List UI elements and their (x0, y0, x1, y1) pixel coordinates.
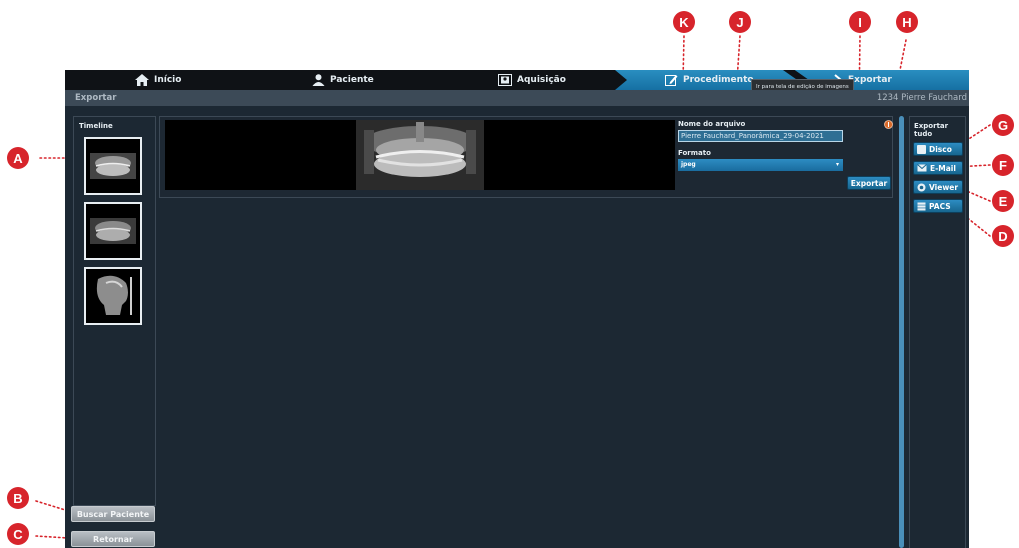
info-icon[interactable] (884, 120, 893, 129)
top-navigation: Início Paciente Aquisição Procedimento E… (65, 70, 969, 95)
timeline-title: Timeline (79, 122, 113, 130)
callout-h: H (896, 11, 918, 33)
callout-e: E (992, 190, 1014, 212)
export-disk-label: Disco (929, 144, 952, 154)
timeline-thumbnail[interactable] (84, 137, 142, 195)
callout-j: J (729, 11, 751, 33)
nav-item-label: Exportar (848, 75, 892, 85)
export-all-title: Exportar tudo (914, 122, 949, 138)
format-select-value: jpeg (681, 161, 696, 168)
export-viewer-label: Viewer (929, 182, 959, 192)
export-viewer-button[interactable]: Viewer (913, 180, 963, 194)
pacs-icon (917, 202, 926, 210)
callout-d: D (992, 225, 1014, 247)
callout-g: G (992, 114, 1014, 136)
filename-input[interactable]: Pierre Fauchard_Panorâmica_29-04-2021 (678, 130, 843, 142)
cephalometric-thumbnail (86, 269, 140, 323)
timeline-thumbnail[interactable] (84, 267, 142, 325)
timeline-panel: Timeline (73, 116, 156, 506)
search-patient-button[interactable]: Buscar Paciente (71, 506, 155, 522)
sub-header: Exportar 1234 Pierre Fauchard (65, 90, 969, 106)
person-icon (312, 74, 325, 86)
export-all-panel: Exportar tudo Disco E-Mail Viewer PACS (909, 116, 966, 548)
export-disk-button[interactable]: Disco (913, 142, 963, 156)
nav-item-paciente[interactable]: Paciente (312, 70, 374, 90)
callout-b: B (7, 487, 29, 509)
filename-label: Nome do arquivo (678, 120, 746, 128)
format-label: Formato (678, 149, 711, 157)
callout-a: A (7, 147, 29, 169)
viewer-icon (917, 183, 926, 191)
nav-item-label: Paciente (330, 75, 374, 85)
format-select[interactable]: jpeg ▾ (678, 159, 843, 171)
nav-item-label: Procedimento (683, 75, 754, 85)
home-icon (135, 74, 149, 86)
acquisition-icon (498, 74, 512, 86)
panoramic-xray-image (356, 120, 484, 190)
back-button[interactable]: Retornar (71, 531, 155, 547)
callout-f: F (992, 154, 1014, 176)
nav-item-procedimento[interactable]: Procedimento (665, 70, 754, 90)
panoramic-thumbnail (86, 139, 140, 193)
app-window: Início Paciente Aquisição Procedimento E… (65, 70, 969, 548)
nav-item-inicio[interactable]: Início (135, 70, 181, 90)
nav-item-label: Aquisição (517, 75, 566, 85)
disk-icon (917, 144, 926, 154)
export-pacs-label: PACS (929, 201, 951, 211)
export-email-label: E-Mail (930, 163, 956, 173)
callout-k: K (673, 11, 695, 33)
patient-id-name: 1234 Pierre Fauchard (876, 93, 967, 103)
export-pacs-button[interactable]: PACS (913, 199, 963, 213)
export-panel: Nome do arquivo Pierre Fauchard_Panorâmi… (159, 116, 893, 198)
image-preview (165, 120, 675, 190)
timeline-thumbnail[interactable] (84, 202, 142, 260)
export-email-button[interactable]: E-Mail (913, 161, 963, 175)
callout-c: C (7, 523, 29, 545)
export-button[interactable]: Exportar (847, 176, 891, 190)
nav-item-label: Início (154, 75, 182, 85)
page-title: Exportar (75, 93, 117, 103)
scrollbar[interactable] (899, 116, 904, 548)
mail-icon (917, 164, 927, 172)
edit-icon (665, 75, 678, 86)
chevron-down-icon: ▾ (835, 161, 839, 168)
panoramic-thumbnail (86, 204, 140, 258)
callout-i: I (849, 11, 871, 33)
nav-item-aquisicao[interactable]: Aquisição (498, 70, 566, 90)
